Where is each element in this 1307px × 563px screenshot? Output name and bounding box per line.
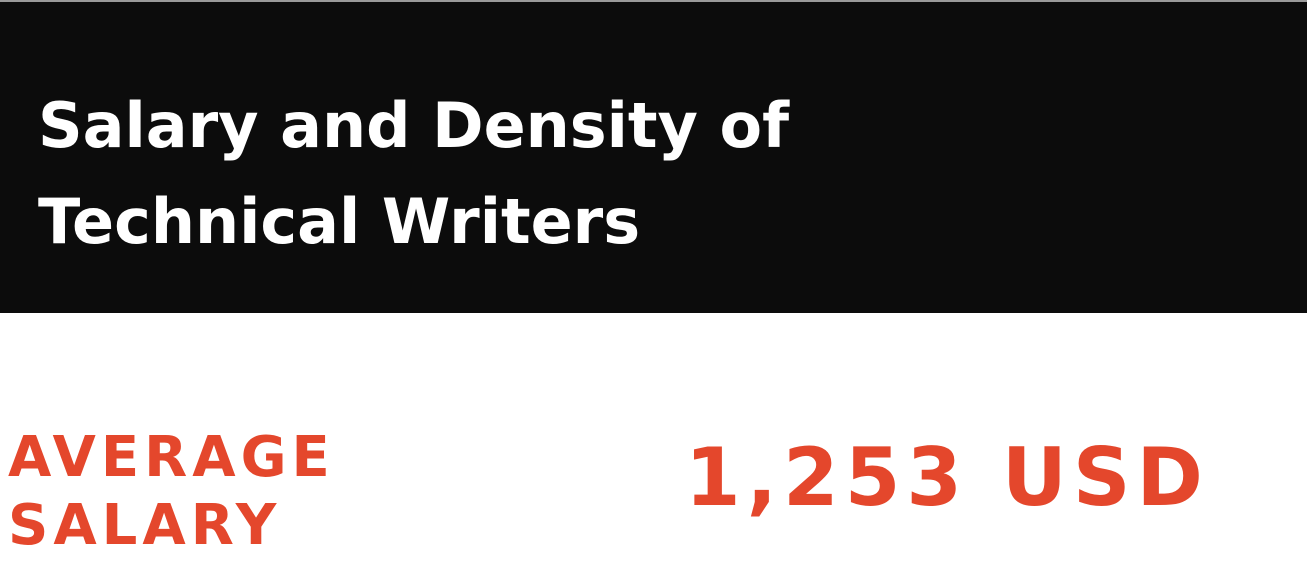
page-title-line-1: Salary and Density of [38, 89, 790, 162]
average-salary-label: AVERAGE SALARY [8, 424, 335, 560]
page: Salary and Density of Technical Writers … [0, 0, 1307, 563]
average-salary-value: 1,253 USD [685, 431, 1209, 524]
average-salary-label-line-1: AVERAGE [8, 425, 335, 490]
average-salary-label-line-2: SALARY [8, 493, 282, 558]
page-title: Salary and Density of Technical Writers [38, 78, 938, 270]
page-title-line-2: Technical Writers [38, 185, 641, 258]
